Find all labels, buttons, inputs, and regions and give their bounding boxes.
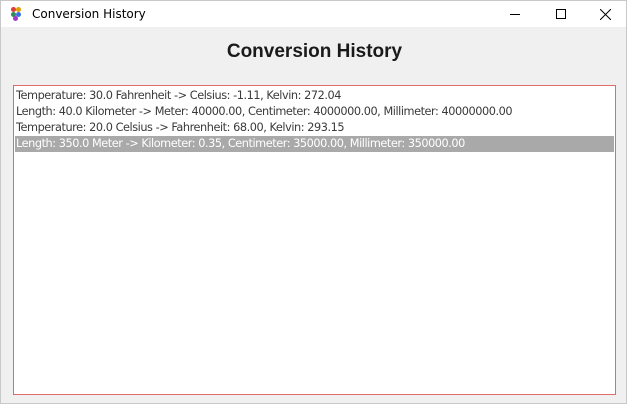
maximize-button[interactable] xyxy=(538,1,584,27)
app-window: Conversion History Conversion History Te… xyxy=(0,0,627,404)
close-button[interactable] xyxy=(582,1,627,27)
app-icon xyxy=(11,7,25,21)
minimize-button[interactable] xyxy=(492,1,538,27)
history-list-item[interactable]: Length: 350.0 Meter -> Kilometer: 0.35, … xyxy=(15,136,614,152)
close-icon xyxy=(599,8,611,20)
title-bar[interactable]: Conversion History xyxy=(1,1,626,27)
history-list[interactable]: Temperature: 30.0 Fahrenheit -> Celsius:… xyxy=(13,85,616,395)
page-title: Conversion History xyxy=(226,41,403,62)
window-title: Conversion History xyxy=(32,7,146,21)
history-list-items: Temperature: 30.0 Fahrenheit -> Celsius:… xyxy=(14,86,615,152)
history-list-item[interactable]: Temperature: 30.0 Fahrenheit -> Celsius:… xyxy=(15,88,614,104)
minimize-icon xyxy=(510,14,520,15)
history-list-item[interactable]: Length: 40.0 Kilometer -> Meter: 40000.0… xyxy=(15,104,614,120)
history-list-item[interactable]: Temperature: 20.0 Celsius -> Fahrenheit:… xyxy=(15,120,614,136)
maximize-icon xyxy=(556,9,566,19)
